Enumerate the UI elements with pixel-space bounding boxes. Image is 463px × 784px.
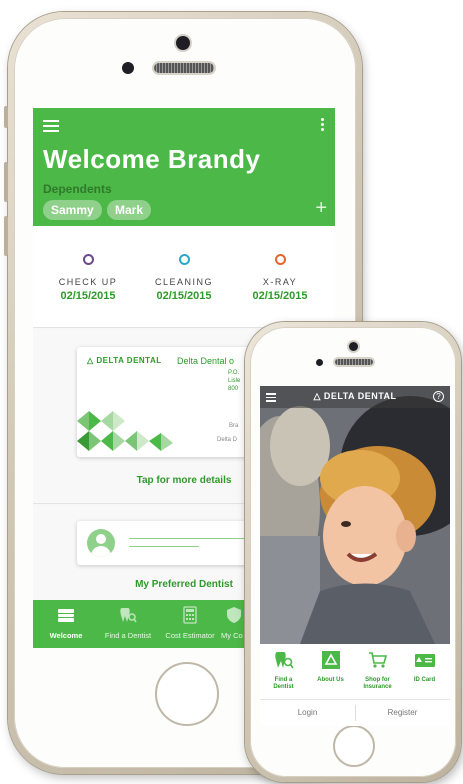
home-button[interactable]: [333, 725, 375, 767]
hero-photo: [260, 386, 450, 644]
appointment-label: CLEANING: [154, 277, 213, 287]
address-line: 800: [228, 386, 239, 392]
grid-label: Dentist: [273, 684, 294, 690]
mute-switch: [4, 106, 8, 128]
hamburger-menu-icon[interactable]: [43, 120, 59, 132]
calculator-icon: [183, 606, 197, 624]
appointment-label: X-RAY: [262, 277, 298, 287]
delta-logo-icon: [321, 651, 340, 669]
wallet-icon: [58, 609, 74, 622]
register-button[interactable]: Register: [355, 708, 450, 717]
tab-label: Find a Dentist: [104, 631, 152, 640]
tab-cost-estimator[interactable]: Cost Estimator: [159, 606, 221, 640]
help-icon[interactable]: ?: [433, 391, 444, 402]
appointment-xray[interactable]: X-RAY 02/15/2015: [235, 254, 325, 302]
appointment-date: 02/15/2015: [156, 290, 212, 302]
tooth-search-icon: [120, 608, 137, 623]
appointments-section: CHECK UP 02/15/2015 CLEANING 02/15/2015 …: [33, 226, 335, 328]
address-line: P.O.: [228, 370, 240, 376]
volume-up-button: [4, 162, 8, 202]
grid-label: Shop for: [365, 677, 390, 683]
sensor-icon: [316, 359, 323, 366]
delta-logo-icon: △: [87, 356, 94, 365]
address-line: Lisle: [228, 378, 241, 384]
app-top-bar: △ DELTA DENTAL ?: [260, 386, 450, 408]
earpiece-speaker: [154, 63, 214, 73]
brand-name: DELTA DENTAL: [96, 356, 162, 365]
dependent-chip-mark[interactable]: Mark: [107, 200, 152, 220]
appointment-date: 02/15/2015: [252, 290, 308, 302]
front-camera-icon: [176, 36, 190, 50]
grid-item-about-us[interactable]: About Us: [307, 650, 354, 684]
avatar: [87, 529, 115, 557]
tooth-search-icon: [274, 652, 294, 669]
delta-logo-icon: △: [313, 391, 321, 401]
id-card-icon: [414, 654, 435, 667]
login-button[interactable]: Login: [260, 708, 355, 717]
delta-dental-logo: △ DELTA DENTAL: [87, 356, 162, 365]
home-button[interactable]: [155, 662, 219, 726]
grid-label: ID Card: [413, 677, 436, 683]
sensor-icon: [122, 62, 134, 74]
dependents-label: Dependents: [43, 182, 112, 196]
auth-bar: Login Register: [260, 700, 450, 726]
quick-actions-grid: Find a Dentist About Us Shop for Insuran…: [260, 644, 450, 700]
child-photo-illustration: [260, 386, 450, 644]
tab-find-a-dentist[interactable]: Find a Dentist: [97, 606, 159, 640]
member-name: Bra: [229, 423, 239, 429]
grid-item-shop-for-insurance[interactable]: Shop for Insurance: [354, 650, 401, 691]
grid-item-id-card[interactable]: ID Card: [401, 650, 448, 684]
grid-label: Insurance: [363, 684, 392, 690]
cart-icon: [368, 652, 387, 668]
tab-label: Cost Estimator: [165, 631, 215, 640]
app-header: Welcome Brandy Dependents Sammy Mark +: [33, 108, 335, 226]
brand-name: DELTA DENTAL: [323, 391, 397, 401]
phone-frame-small: △ DELTA DENTAL ? Find a Dentist About Us…: [245, 322, 461, 782]
grid-label: About Us: [317, 677, 344, 683]
delta-dental-logo: △ DELTA DENTAL: [260, 391, 450, 402]
front-camera-icon: [349, 342, 358, 351]
volume-down-button: [4, 216, 8, 256]
grid-item-find-a-dentist[interactable]: Find a Dentist: [260, 650, 307, 691]
appointment-checkup[interactable]: CHECK UP 02/15/2015: [43, 254, 133, 302]
dependent-chip-sammy[interactable]: Sammy: [43, 200, 102, 220]
earpiece-speaker: [335, 359, 373, 365]
member-sub: Delta D: [217, 437, 238, 443]
tab-label: Welcome: [49, 631, 83, 640]
triangle-pattern-icon: [77, 411, 173, 451]
appointment-cleaning[interactable]: CLEANING 02/15/2015: [139, 254, 229, 302]
grid-label: Find a: [274, 677, 293, 683]
plus-icon[interactable]: +: [315, 198, 327, 218]
placeholder-line: [129, 546, 199, 547]
status-ring-icon: [82, 254, 94, 265]
more-options-icon[interactable]: [321, 118, 325, 134]
shield-icon: [227, 607, 241, 623]
card-address: P.O. Lisle 800: [228, 369, 240, 393]
appointment-label: CHECK UP: [58, 277, 118, 287]
status-ring-icon: [178, 254, 190, 265]
page-title: Welcome Brandy: [43, 144, 261, 174]
tab-welcome[interactable]: Welcome: [35, 606, 97, 640]
card-title: Delta Dental o: [177, 356, 235, 366]
appointment-date: 02/15/2015: [60, 290, 116, 302]
second-app-screen: △ DELTA DENTAL ? Find a Dentist About Us…: [260, 386, 450, 726]
status-ring-icon: [274, 254, 286, 265]
